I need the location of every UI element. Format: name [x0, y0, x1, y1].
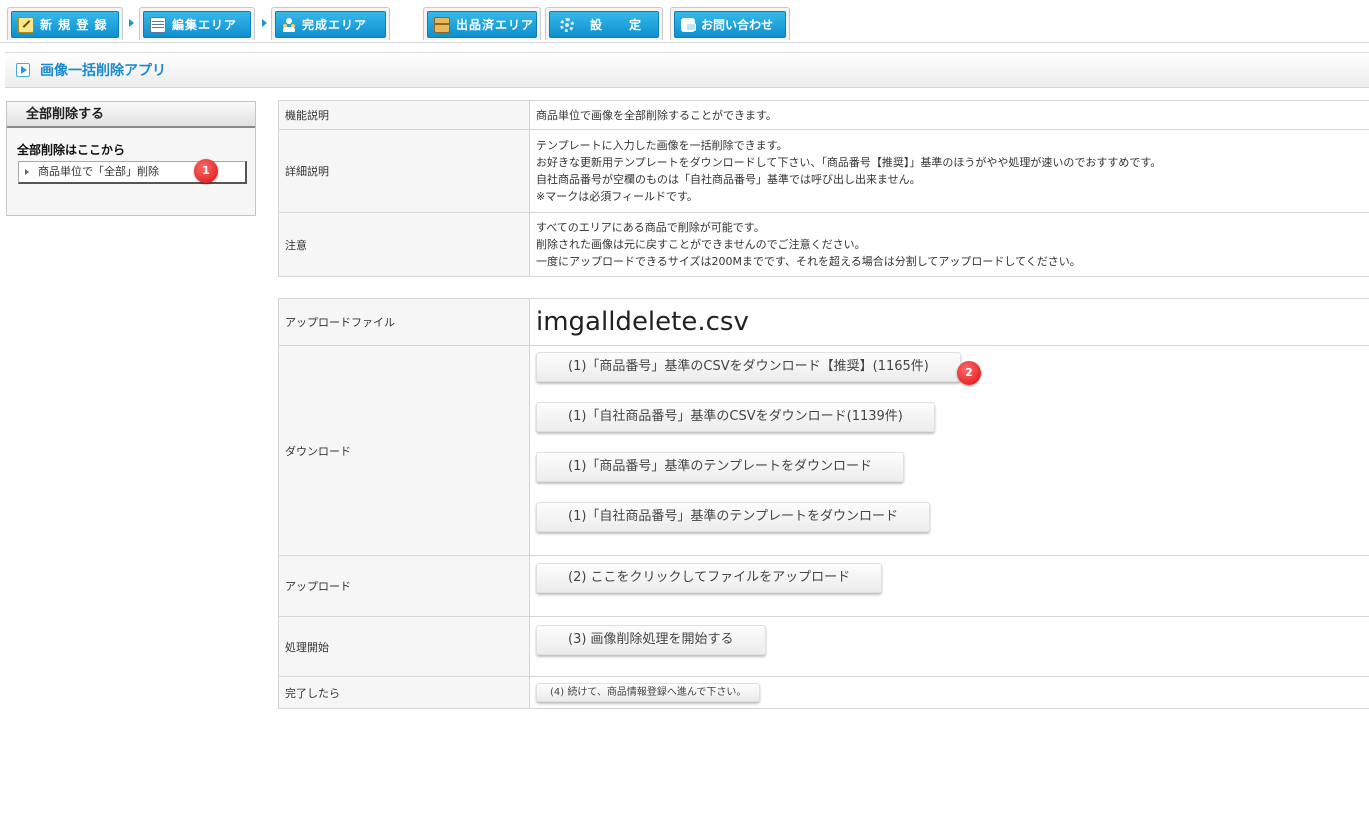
tab-edit-area[interactable]: 編集エリア — [139, 7, 255, 40]
page-title: 画像一括削除アプリ — [40, 63, 166, 79]
caution-line: 削除された画像は元に戻すことができませんのでご注意ください。 — [536, 238, 866, 251]
tab-edit-area-inner: 編集エリア — [143, 11, 251, 38]
pencil-icon — [18, 16, 34, 33]
tab-contact[interactable]: お問い合わせ — [670, 7, 790, 40]
done-cell: (4) 続けて、商品情報登録へ進んで下さい。 — [529, 676, 1369, 709]
detail-line: 自社商品番号が空欄のものは「自社商品番号」基準では呼び出し出来ません。 — [536, 173, 921, 186]
tab-complete-area[interactable]: 完成エリア — [271, 7, 390, 40]
tab-contact-inner: お問い合わせ — [674, 11, 786, 38]
upload-file-name: imgalldelete.csv — [529, 298, 1369, 346]
tab-label: 設 定 — [590, 18, 643, 32]
download-cell: (1)「商品番号」基準のCSVをダウンロード【推奨】(1165件) (1)「自社… — [529, 345, 1369, 556]
download-template-product-number-button[interactable]: (1)「商品番号」基準のテンプレートをダウンロード — [536, 452, 905, 482]
table-row: 完了したら (4) 続けて、商品情報登録へ進んで下さい。 — [278, 676, 1369, 709]
caution-line: すべてのエリアにある商品で削除が可能です。 — [536, 221, 765, 234]
go-to-product-registration-button[interactable]: (4) 続けて、商品情報登録へ進んで下さい。 — [536, 683, 761, 702]
done-label: 完了したら — [278, 676, 530, 709]
arrow-right-icon — [129, 19, 134, 27]
table-row: 処理開始 (3) 画像削除処理を開始する — [278, 616, 1369, 677]
tab-settings[interactable]: 設 定 — [545, 7, 663, 40]
upload-file-label: アップロードファイル — [278, 298, 530, 346]
table-row: 注意 すべてのエリアにある商品で削除が可能です。 削除された画像は元に戻すことが… — [278, 212, 1369, 277]
tab-listed-area-inner: 出品済エリア — [427, 11, 537, 38]
feature-label: 機能説明 — [278, 100, 530, 130]
detail-text: テンプレートに入力した画像を一括削除できます。 お好きな更新用テンプレートをダウ… — [529, 129, 1369, 213]
box-icon — [434, 16, 450, 33]
tab-listed-area[interactable]: 出品済エリア — [423, 7, 541, 40]
upload-label: アップロード — [278, 555, 530, 617]
table-row: ダウンロード (1)「商品番号」基準のCSVをダウンロード【推奨】(1165件)… — [278, 345, 1369, 556]
upload-cell: (2) ここをクリックしてファイルをアップロード — [529, 555, 1369, 617]
download-label: ダウンロード — [278, 345, 530, 556]
process-label: 処理開始 — [278, 616, 530, 677]
tab-label: 出品済エリア — [456, 18, 535, 32]
table-icon — [150, 16, 166, 33]
table-row: アップロードファイル imgalldelete.csv — [278, 298, 1369, 346]
step-badge-2: 2 — [957, 361, 981, 385]
tab-label: お問い合わせ — [701, 18, 774, 32]
tab-new-registration[interactable]: 新 規 登 録 — [7, 7, 123, 40]
table-row: 詳細説明 テンプレートに入力した画像を一括削除できます。 お好きな更新用テンプレ… — [278, 129, 1369, 213]
download-csv-own-product-number-button[interactable]: (1)「自社商品番号」基準のCSVをダウンロード(1139件) — [536, 402, 935, 432]
tab-new-registration-inner: 新 規 登 録 — [11, 11, 119, 38]
table-row: アップロード (2) ここをクリックしてファイルをアップロード — [278, 555, 1369, 617]
caution-line: 一度にアップロードできるサイズは200Mまでです、それを超える場合は分割してアッ… — [536, 255, 1081, 268]
arrow-right-icon — [262, 19, 267, 27]
chat-icon — [681, 17, 696, 32]
process-cell: (3) 画像削除処理を開始する — [529, 616, 1369, 677]
tab-label: 編集エリア — [172, 18, 238, 32]
download-template-own-product-number-button[interactable]: (1)「自社商品番号」基準のテンプレートをダウンロード — [536, 502, 931, 532]
detail-line: テンプレートに入力した画像を一括削除できます。 — [536, 139, 788, 152]
upload-form-table: アップロードファイル imgalldelete.csv ダウンロード (1)「商… — [278, 298, 1369, 709]
caution-label: 注意 — [278, 212, 530, 277]
caution-text: すべてのエリアにある商品で削除が可能です。 削除された画像は元に戻すことができま… — [529, 212, 1369, 277]
sidebar-header: 全部削除する — [7, 102, 255, 128]
tab-label: 完成エリア — [302, 18, 368, 32]
tab-label: 新 規 登 録 — [40, 18, 108, 32]
gear-icon — [560, 17, 574, 32]
people-icon — [282, 17, 296, 32]
top-navigation: 新 規 登 録 編集エリア 完成エリア 出品済エリア 設 定 お問い合わせ — [0, 0, 1369, 43]
detail-label: 詳細説明 — [278, 129, 530, 213]
upload-file-button[interactable]: (2) ここをクリックしてファイルをアップロード — [536, 563, 883, 593]
table-row: 機能説明 商品単位で画像を全部削除することができます。 — [278, 100, 1369, 130]
start-delete-process-button[interactable]: (3) 画像削除処理を開始する — [536, 625, 766, 655]
play-icon — [16, 63, 30, 77]
detail-line: ※マークは必須フィールドです。 — [536, 190, 698, 203]
feature-text: 商品単位で画像を全部削除することができます。 — [529, 100, 1369, 130]
detail-line: お好きな更新用テンプレートをダウンロードして下さい、「商品番号【推奨】」基準のほ… — [536, 156, 1162, 169]
sidebar-panel: 全部削除する 全部削除はここから 商品単位で「全部」削除 — [6, 101, 256, 216]
sidebar-subheading: 全部削除はここから — [17, 143, 126, 157]
tab-settings-inner: 設 定 — [549, 11, 659, 38]
page-title-bar: 画像一括削除アプリ — [5, 52, 1369, 88]
step-badge-1: 1 — [194, 159, 218, 183]
tab-complete-area-inner: 完成エリア — [275, 11, 386, 38]
info-table: 機能説明 商品単位で画像を全部削除することができます。 詳細説明 テンプレートに… — [278, 100, 1369, 277]
download-csv-product-number-button[interactable]: (1)「商品番号」基準のCSVをダウンロード【推奨】(1165件) — [536, 352, 961, 382]
